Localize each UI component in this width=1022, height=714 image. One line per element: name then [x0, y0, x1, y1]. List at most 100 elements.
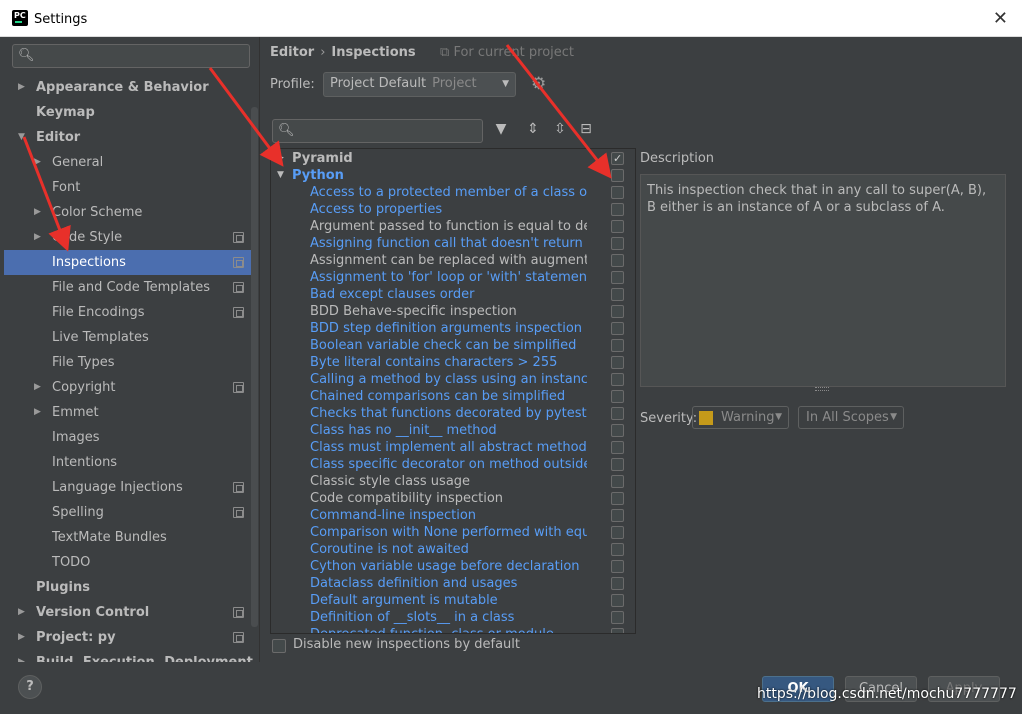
inspection-row[interactable]: Access to properties [271, 201, 635, 218]
inspection-checkbox[interactable] [611, 237, 624, 250]
sidebar-item-textmate-bundles[interactable]: TextMate Bundles [4, 525, 258, 550]
reset-to-default-icon[interactable]: ⊟ [576, 121, 596, 137]
inspection-group-python[interactable]: ▼ Python [271, 167, 635, 184]
sidebar-item-todo[interactable]: TODO [4, 550, 258, 575]
sidebar-item-editor[interactable]: ▼ Editor [4, 125, 258, 150]
inspection-row[interactable]: Default argument is mutable [271, 592, 635, 609]
sidebar-item-images[interactable]: Images [4, 425, 258, 450]
inspection-checkbox[interactable] [611, 150, 624, 167]
inspection-checkbox[interactable] [611, 475, 624, 488]
expand-all-icon[interactable]: ⇕ [523, 121, 543, 137]
inspection-row[interactable]: Classic style class usage [271, 473, 635, 490]
help-button[interactable]: ? [18, 675, 42, 699]
scope-dropdown[interactable]: In All Scopes ▼ [798, 406, 904, 429]
chevron-right-icon[interactable]: ▶ [18, 600, 25, 625]
inspection-checkbox[interactable] [611, 577, 624, 590]
inspection-checkbox[interactable] [611, 543, 624, 556]
sidebar-item-general[interactable]: ▶ General [4, 150, 258, 175]
chevron-right-icon[interactable]: ▶ [34, 400, 41, 425]
inspection-checkbox[interactable] [611, 611, 624, 624]
inspection-row[interactable]: Assigning function call that doesn't ret… [271, 235, 635, 252]
chevron-right-icon[interactable]: ▶ [34, 150, 41, 175]
chevron-right-icon[interactable]: ▶ [18, 625, 25, 650]
inspection-row[interactable]: Checks that functions decorated by pytes… [271, 405, 635, 422]
close-icon[interactable]: ✕ [993, 8, 1008, 29]
sidebar-item-copyright[interactable]: ▶ Copyright [4, 375, 258, 400]
inspection-checkbox[interactable] [611, 526, 624, 539]
sidebar-item-intentions[interactable]: Intentions [4, 450, 258, 475]
sidebar-item-file-and-code-templates[interactable]: File and Code Templates [4, 275, 258, 300]
profile-dropdown[interactable]: Project Default Project ▼ [323, 72, 516, 97]
severity-dropdown[interactable]: Warning ▼ [692, 406, 789, 429]
sidebar-item-version-control[interactable]: ▶ Version Control [4, 600, 258, 625]
sidebar-item-color-scheme[interactable]: ▶ Color Scheme [4, 200, 258, 225]
inspection-checkbox[interactable] [611, 254, 624, 267]
sidebar-item-emmet[interactable]: ▶ Emmet [4, 400, 258, 425]
inspection-checkbox[interactable] [611, 441, 624, 454]
inspection-row[interactable]: Cython variable usage before declaration [271, 558, 635, 575]
inspection-checkbox[interactable] [611, 305, 624, 318]
inspection-row[interactable]: Class specific decorator on method outsi… [271, 456, 635, 473]
inspection-checkbox[interactable] [611, 203, 624, 216]
inspection-row[interactable]: Calling a method by class using an insta… [271, 371, 635, 388]
sidebar-item-file-encodings[interactable]: File Encodings [4, 300, 258, 325]
inspection-group-pyramid[interactable]: ▶ Pyramid [271, 150, 635, 167]
sidebar-item-spelling[interactable]: Spelling [4, 500, 258, 525]
inspection-row[interactable]: Deprecated function, class or module [271, 626, 635, 633]
inspection-row[interactable]: Class has no __init__ method [271, 422, 635, 439]
chevron-right-icon[interactable]: ▶ [34, 225, 41, 250]
inspection-row[interactable]: Access to a protected member of a class … [271, 184, 635, 201]
inspection-row[interactable]: Chained comparisons can be simplified [271, 388, 635, 405]
inspection-checkbox[interactable] [611, 390, 624, 403]
inspection-row[interactable]: Code compatibility inspection [271, 490, 635, 507]
sidebar-item-language-injections[interactable]: Language Injections [4, 475, 258, 500]
sidebar-item-font[interactable]: Font [4, 175, 258, 200]
inspection-checkbox[interactable] [611, 594, 624, 607]
inspection-checkbox[interactable] [611, 169, 624, 182]
inspection-row[interactable]: Dataclass definition and usages [271, 575, 635, 592]
inspection-row[interactable]: Boolean variable check can be simplified [271, 337, 635, 354]
sidebar-item-live-templates[interactable]: Live Templates [4, 325, 258, 350]
sidebar-item-plugins[interactable]: Plugins [4, 575, 258, 600]
inspection-checkbox[interactable] [611, 509, 624, 522]
inspection-row[interactable]: Definition of __slots__ in a class [271, 609, 635, 626]
inspection-row[interactable]: Argument passed to function is equal to … [271, 218, 635, 235]
disable-new-inspections-checkbox[interactable] [272, 639, 286, 653]
settings-search-input[interactable]: 🔍︎ [12, 44, 250, 68]
inspection-checkbox[interactable] [611, 560, 624, 573]
splitter-grip[interactable] [815, 387, 829, 391]
inspection-checkbox[interactable] [611, 220, 624, 233]
inspection-checkbox[interactable] [611, 356, 624, 369]
inspection-row[interactable]: Coroutine is not awaited [271, 541, 635, 558]
inspection-checkbox[interactable] [611, 322, 624, 335]
inspection-checkbox[interactable] [611, 628, 624, 633]
inspection-row[interactable]: Byte literal contains characters > 255 [271, 354, 635, 371]
chevron-right-icon[interactable]: ▶ [18, 650, 25, 662]
sidebar-item-code-style[interactable]: ▶ Code Style [4, 225, 258, 250]
inspection-checkbox[interactable] [611, 288, 624, 301]
inspection-row[interactable]: BDD Behave-specific inspection [271, 303, 635, 320]
inspection-checkbox[interactable] [611, 458, 624, 471]
inspection-checkbox[interactable] [611, 339, 624, 352]
inspection-row[interactable]: Command-line inspection [271, 507, 635, 524]
inspection-checkbox[interactable] [611, 186, 624, 199]
inspection-row[interactable]: Assignment to 'for' loop or 'with' state… [271, 269, 635, 286]
sidebar-item-appearance-behavior[interactable]: ▶ Appearance & Behavior [4, 75, 258, 100]
sidebar-item-project-py[interactable]: ▶ Project: py [4, 625, 258, 650]
chevron-right-icon[interactable]: ▶ [18, 75, 25, 100]
inspection-row[interactable]: BDD step definition arguments inspection [271, 320, 635, 337]
sidebar-item-file-types[interactable]: File Types [4, 350, 258, 375]
chevron-down-icon[interactable]: ▼ [18, 125, 25, 150]
sidebar-item-inspections[interactable]: Inspections [4, 250, 258, 275]
breadcrumb-editor[interactable]: Editor [270, 45, 314, 60]
chevron-right-icon[interactable]: ▶ [34, 375, 41, 400]
filter-icon[interactable]: ▼ [491, 121, 511, 137]
inspection-checkbox[interactable] [611, 424, 624, 437]
inspection-checkbox[interactable] [611, 492, 624, 505]
chevron-right-icon[interactable]: ▶ [277, 150, 284, 167]
inspection-checkbox[interactable] [611, 271, 624, 284]
chevron-right-icon[interactable]: ▶ [34, 200, 41, 225]
chevron-down-icon[interactable]: ▼ [277, 167, 284, 184]
inspection-row[interactable]: Bad except clauses order [271, 286, 635, 303]
sidebar-item-build-execution-deployment[interactable]: ▶ Build, Execution, Deployment [4, 650, 258, 662]
